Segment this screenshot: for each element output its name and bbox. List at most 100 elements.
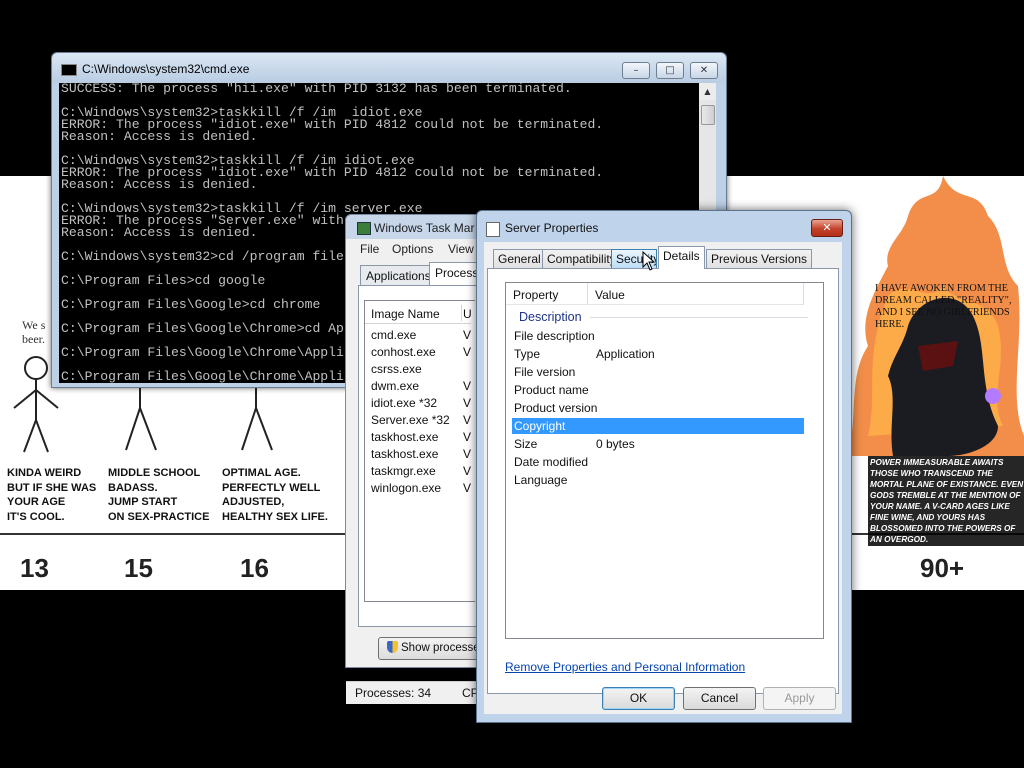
process-row[interactable]: idiot.exe *32 — [371, 396, 437, 410]
property-row[interactable]: Product name — [512, 382, 804, 398]
column-image-name[interactable]: Image Name — [365, 301, 471, 324]
process-row[interactable]: csrss.exe — [371, 362, 422, 376]
tab-applications[interactable]: Applications — [360, 265, 437, 286]
caption-15: MIDDLE SCHOOL BADASS. JUMP START ON SEX-… — [108, 467, 210, 523]
console-line: C:\Program Files\Google\Chrome\Appli — [61, 369, 344, 383]
column-value[interactable]: Value — [588, 283, 804, 305]
process-user-cell: V — [463, 481, 472, 495]
caption-13: KINDA WEIRD BUT IF SHE WAS YOUR AGE IT'S… — [7, 467, 97, 523]
age-16: 16 — [240, 553, 269, 583]
process-user-cell: V — [463, 345, 472, 359]
properties-dialog[interactable]: Server Properties ✕ General Compatibilit… — [476, 210, 852, 723]
property-name: Type — [514, 347, 541, 361]
task-manager-statusbar: Processes: 34 CP — [346, 681, 486, 704]
menu-options[interactable]: Options — [392, 242, 433, 256]
console-line: C:\Program Files>cd google — [61, 273, 266, 288]
process-user-cell: V — [463, 396, 472, 410]
process-user-cell: V — [463, 413, 472, 427]
maximize-button[interactable]: □ — [656, 62, 684, 79]
property-row[interactable]: Language — [512, 472, 804, 488]
process-row[interactable]: taskhost.exe — [371, 430, 438, 444]
process-user-cell: V — [463, 464, 472, 478]
process-user-cell: V — [463, 447, 472, 461]
power-text: POWER IMMEASURABLE AWAITS THOSE WHO TRAN… — [868, 456, 1024, 546]
property-name: Language — [514, 473, 568, 487]
process-row[interactable]: taskmgr.exe — [371, 464, 436, 478]
dialog-title: Server Properties — [505, 221, 599, 235]
show-processes-label: Show processes — [401, 642, 486, 654]
cmd-title: C:\Windows\system32\cmd.exe — [82, 62, 250, 76]
property-value: 0 bytes — [596, 437, 635, 451]
tab-details[interactable]: Details — [658, 246, 705, 269]
process-user-cell: V — [463, 430, 472, 444]
dialog-content: General Compatibility Security Details P… — [484, 242, 842, 714]
property-name: Copyright — [514, 419, 566, 433]
column-separator — [461, 305, 462, 321]
process-row[interactable]: taskhost.exe — [371, 447, 438, 461]
age-15: 15 — [124, 553, 153, 583]
stick-figure-15 — [112, 388, 172, 458]
cmd-titlebar[interactable]: C:\Windows\system32\cmd.exe – □ ✕ — [52, 53, 726, 83]
process-row[interactable]: Server.exe *32 — [371, 413, 450, 427]
dialog-close-button[interactable]: ✕ — [811, 219, 843, 237]
task-manager-body: Applications Processes Image Name U cmd.… — [346, 259, 498, 704]
console-line: C:\Program Files\Google\Chrome>cd Ap — [61, 321, 344, 336]
process-row[interactable]: conhost.exe — [371, 345, 436, 359]
close-button[interactable]: ✕ — [690, 62, 718, 79]
property-row[interactable]: Type Application — [512, 346, 804, 362]
show-all-processes-button[interactable]: Show processes — [378, 637, 488, 660]
task-manager-window[interactable]: Windows Task Mar File Options View Appli… — [345, 214, 498, 704]
property-row[interactable]: Date modified — [512, 454, 804, 470]
property-row[interactable]: Copyright — [512, 418, 804, 434]
console-line: C:\Windows\system32>cd /program file — [61, 249, 344, 264]
process-list[interactable]: Image Name U cmd.exe Vconhost.exe Vcsrss.e… — [364, 300, 475, 602]
property-name: File description — [514, 329, 595, 343]
cancel-button[interactable]: Cancel — [683, 687, 756, 710]
file-icon — [486, 222, 500, 237]
hero-quote: I HAVE AWOKEN FROM THE DREAM CALLED "REA… — [875, 283, 1012, 330]
column-property[interactable]: Property — [506, 283, 588, 305]
status-processes: Processes: 34 — [355, 686, 432, 700]
process-row[interactable]: dwm.exe — [371, 379, 419, 393]
timeline-line — [0, 533, 345, 535]
minimize-button[interactable]: – — [622, 62, 650, 79]
process-row[interactable]: winlogon.exe — [371, 481, 441, 495]
process-user-cell: V — [463, 379, 472, 393]
property-row[interactable]: Product version — [512, 400, 804, 416]
property-value: Application — [596, 347, 655, 361]
task-manager-menubar: File Options View — [346, 239, 486, 259]
group-divider — [590, 317, 808, 318]
remove-properties-link[interactable]: Remove Properties and Personal Informati… — [505, 660, 745, 674]
tab-compatibility[interactable]: Compatibility — [542, 249, 621, 269]
tab-general[interactable]: General — [493, 249, 546, 269]
console-line: SUCCESS: The process "hii.exe" with PID … — [61, 83, 572, 96]
property-row[interactable]: File version — [512, 364, 804, 380]
property-name: Date modified — [514, 455, 589, 469]
console-line: Reason: Access is denied. — [61, 225, 258, 240]
property-name: Product name — [514, 383, 589, 397]
tab-previous-versions[interactable]: Previous Versions — [706, 249, 813, 269]
console-line: Reason: Access is denied. — [61, 129, 258, 144]
menu-file[interactable]: File — [360, 242, 379, 256]
speech-text: We s beer. — [22, 318, 46, 346]
column-user[interactable]: U — [463, 307, 472, 321]
mouse-cursor-icon — [642, 250, 656, 275]
caption-16: OPTIMAL AGE. PERFECTLY WELL ADJUSTED, HE… — [222, 467, 328, 523]
scroll-thumb[interactable] — [701, 105, 715, 125]
age-90-plus: 90+ — [920, 553, 965, 583]
apply-button[interactable]: Apply — [763, 687, 836, 710]
console-line: Reason: Access is denied. — [61, 177, 258, 192]
scroll-up-icon[interactable]: ▲ — [699, 83, 716, 100]
process-row[interactable]: cmd.exe — [371, 328, 416, 342]
group-description: Description — [519, 310, 582, 324]
property-row[interactable]: Size 0 bytes — [512, 436, 804, 452]
ok-button[interactable]: OK — [602, 687, 675, 710]
details-page: Property Value Description File descript… — [487, 268, 839, 694]
stick-figure-16 — [226, 388, 286, 458]
property-name: Product version — [514, 401, 598, 415]
task-manager-title: Windows Task Mar — [374, 221, 475, 235]
details-grid[interactable]: Property Value Description File descript… — [505, 282, 824, 639]
menu-view[interactable]: View — [448, 242, 474, 256]
property-row[interactable]: File description — [512, 328, 804, 344]
task-manager-icon — [357, 222, 371, 235]
